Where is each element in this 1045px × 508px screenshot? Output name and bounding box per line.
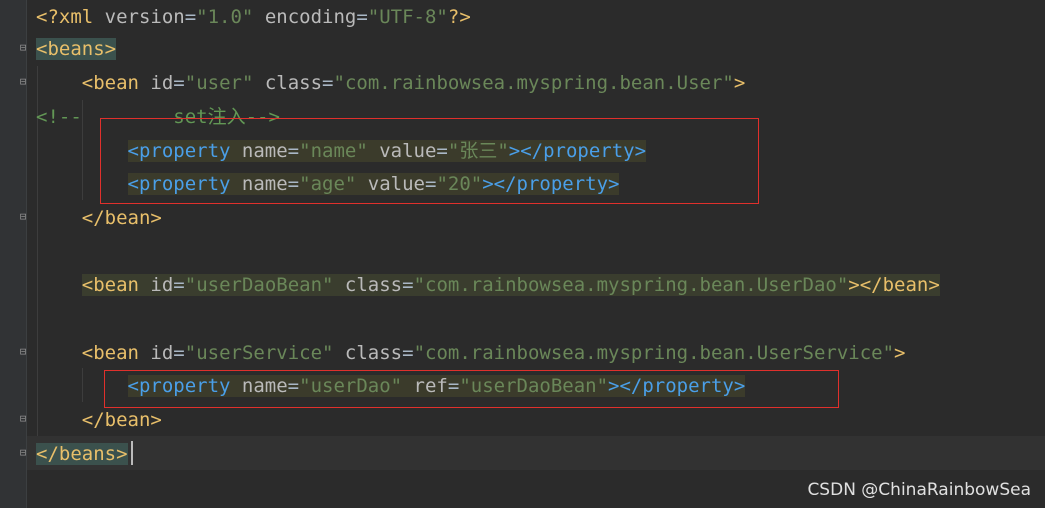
fold-marker-icon[interactable]: ⊟ — [17, 211, 29, 223]
code-token: > — [733, 72, 746, 94]
code-token: <bean — [81, 342, 151, 364]
code-line[interactable]: </bean> — [36, 201, 162, 235]
code-token: ?> — [447, 6, 471, 28]
code-token: "com.rainbowsea.myspring.bean.UserServic… — [413, 342, 895, 364]
code-token: id — [150, 274, 174, 296]
current-line-highlight — [27, 436, 1045, 470]
code-token: class — [344, 342, 403, 364]
fold-marker-icon[interactable]: ⊟ — [17, 413, 29, 425]
code-token: version — [104, 6, 185, 28]
code-token: "userDaoBean" — [184, 274, 334, 296]
code-token: </bean> — [81, 207, 162, 229]
text-caret — [131, 441, 133, 465]
code-token: = — [402, 342, 414, 364]
code-token: "user" — [184, 72, 254, 94]
code-token: > — [894, 342, 906, 364]
fold-marker-icon[interactable]: ⊟ — [17, 42, 29, 54]
code-line[interactable]: <bean id="userDaoBean" class="com.rainbo… — [36, 268, 940, 302]
code-token: = — [184, 6, 197, 28]
code-token: = — [173, 274, 185, 296]
code-token: = — [173, 342, 185, 364]
fold-marker-icon[interactable]: ⊟ — [17, 346, 29, 358]
code-token: = — [322, 72, 334, 94]
code-token: </beans> — [36, 443, 128, 465]
annotation-box — [104, 370, 839, 408]
code-token: ></bean> — [848, 274, 940, 296]
code-token: class — [344, 274, 403, 296]
fold-marker-icon[interactable]: ⊟ — [17, 447, 29, 459]
code-token: <?xml — [36, 6, 105, 28]
code-token: encoding — [264, 6, 357, 28]
code-line[interactable]: <bean id="userService" class="com.rainbo… — [36, 336, 906, 370]
code-token: id — [150, 342, 174, 364]
code-token: <beans> — [36, 38, 117, 60]
code-token: "com.rainbowsea.myspring.bean.User" — [333, 72, 734, 94]
code-line[interactable]: <bean id="user" class="com.rainbowsea.my… — [36, 66, 746, 100]
code-token: id — [150, 72, 174, 94]
code-token: <bean — [81, 72, 151, 94]
code-line[interactable]: </bean> — [36, 403, 162, 437]
code-line[interactable]: </beans> — [36, 437, 128, 471]
code-token: </bean> — [81, 409, 162, 431]
code-token: "com.rainbowsea.myspring.bean.UserDao" — [413, 274, 849, 296]
code-token: class — [264, 72, 323, 94]
code-token: = — [402, 274, 414, 296]
code-line[interactable]: <beans> — [36, 32, 117, 66]
fold-marker-icon[interactable]: ⊟ — [17, 76, 29, 88]
code-line[interactable]: <?xml version="1.0" encoding="UTF-8"?> — [36, 0, 471, 34]
code-token: "1.0" — [196, 6, 254, 28]
code-token — [333, 274, 345, 296]
watermark: CSDN @ChinaRainbowSea — [807, 480, 1031, 500]
annotation-box — [100, 118, 759, 204]
code-token: = — [356, 6, 368, 28]
code-token: "UTF-8" — [367, 6, 448, 28]
code-token: = — [173, 72, 185, 94]
code-token: "userService" — [184, 342, 334, 364]
code-token: <bean — [81, 274, 151, 296]
